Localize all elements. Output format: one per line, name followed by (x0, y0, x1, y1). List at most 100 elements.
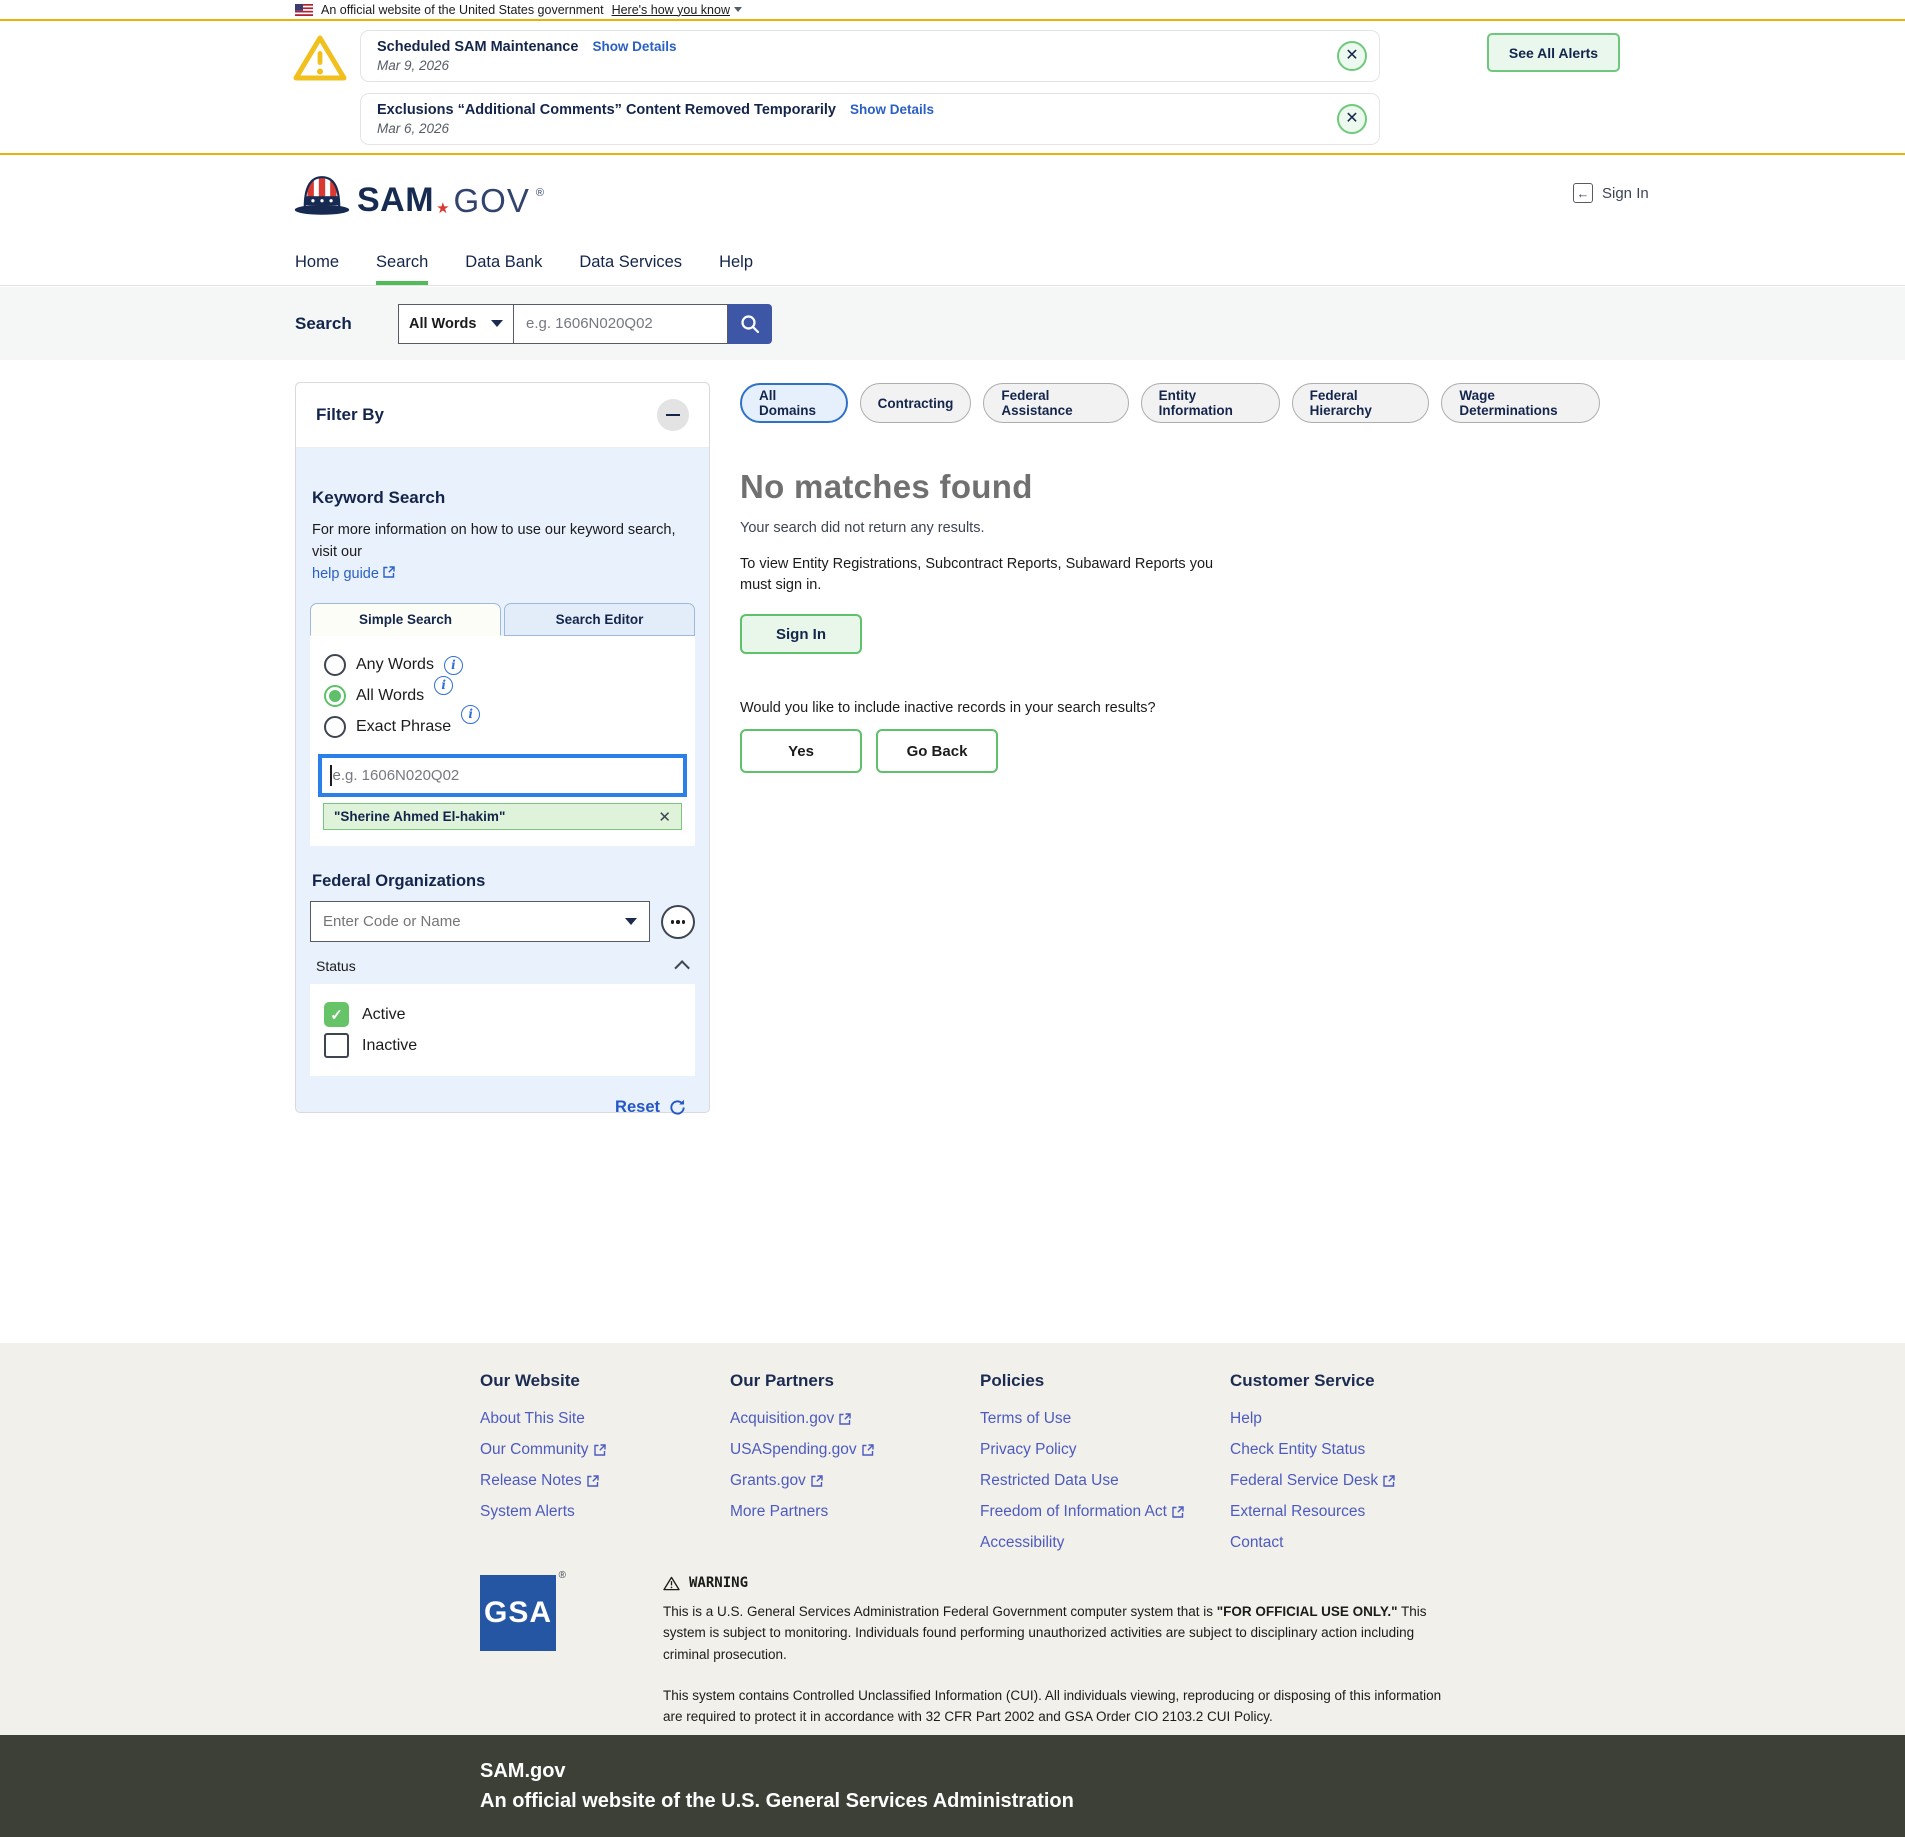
footer-col-policies: Policies Terms of Use Privacy Policy Res… (980, 1371, 1230, 1565)
yes-button[interactable]: Yes (740, 729, 862, 773)
nav-item-search[interactable]: Search (376, 240, 428, 285)
external-link-icon (383, 566, 395, 578)
footer-link-our-community[interactable]: Our Community (480, 1441, 730, 1459)
close-icon[interactable]: ✕ (1337, 104, 1367, 134)
footer-link-system-alerts[interactable]: System Alerts (480, 1503, 730, 1521)
external-link-icon (587, 1475, 599, 1487)
footer-link-privacy-policy[interactable]: Privacy Policy (980, 1441, 1230, 1459)
warning-paragraph-1: This is a U.S. General Services Administ… (663, 1601, 1463, 1665)
radio-selected-icon (324, 685, 346, 707)
external-link-icon (594, 1444, 606, 1456)
footer-col-customer-service: Customer Service Help Check Entity Statu… (1230, 1371, 1480, 1565)
checkbox-active[interactable]: ✓ Active (324, 1002, 681, 1027)
registered-mark: ® (536, 187, 544, 199)
show-details-link[interactable]: Show Details (592, 39, 676, 54)
primary-nav: Home Search Data Bank Data Services Help (0, 240, 1905, 286)
warning-paragraph-2: This system contains Controlled Unclassi… (663, 1685, 1463, 1728)
tab-simple-search[interactable]: Simple Search (310, 603, 501, 636)
nav-item-home[interactable]: Home (295, 240, 339, 285)
alert-date: Mar 9, 2026 (377, 58, 1323, 73)
footer-link-terms-of-use[interactable]: Terms of Use (980, 1410, 1230, 1428)
footer-link-usaspending-gov[interactable]: USASpending.gov (730, 1441, 980, 1459)
org-more-options-button[interactable] (661, 905, 695, 939)
search-submit-button[interactable] (728, 304, 772, 344)
footer-link-acquisition-gov[interactable]: Acquisition.gov (730, 1410, 980, 1428)
nav-item-data-services[interactable]: Data Services (579, 240, 682, 285)
info-icon[interactable]: i (461, 705, 480, 724)
remove-tag-icon[interactable]: ✕ (658, 808, 671, 826)
us-flag-icon (295, 4, 313, 16)
radio-all-words[interactable]: All Words i (324, 685, 689, 707)
footer-heading: Our Website (480, 1371, 730, 1391)
brand-gov-text: GOV (454, 184, 530, 217)
gsa-logo: GSA ® (480, 1575, 556, 1651)
heres-how-you-know-link[interactable]: Here's how you know (612, 3, 742, 17)
search-bar-section: Search All Words (0, 287, 1905, 360)
radio-icon (324, 654, 346, 676)
checkbox-checked-icon: ✓ (324, 1002, 349, 1027)
checkbox-unchecked-icon (324, 1033, 349, 1058)
help-guide-link[interactable]: help guide (312, 566, 395, 582)
info-icon[interactable]: i (434, 676, 453, 695)
filter-by-title: Filter By (316, 405, 384, 425)
footer-brand: SAM.gov (480, 1760, 1905, 1783)
warning-icon (663, 1576, 680, 1591)
warning-heading: WARNING (663, 1575, 1463, 1591)
search-mode-select[interactable]: All Words (398, 304, 514, 344)
footer-link-foia[interactable]: Freedom of Information Act (980, 1503, 1230, 1521)
keyword-input[interactable]: e.g. 1606N020Q02 (318, 754, 687, 797)
nav-item-help[interactable]: Help (719, 240, 753, 285)
inactive-question-buttons: Yes Go Back (740, 729, 1600, 773)
filter-panel-header: Filter By (296, 383, 709, 448)
external-link-icon (862, 1444, 874, 1456)
federal-organizations-heading: Federal Organizations (312, 872, 693, 891)
domain-tab-federal-hierarchy[interactable]: Federal Hierarchy (1292, 383, 1430, 423)
sign-in-link[interactable]: ← Sign In (1573, 183, 1649, 203)
site-footer: Our Website About This Site Our Communit… (0, 1343, 1905, 1735)
domain-tab-federal-assistance[interactable]: Federal Assistance (983, 383, 1128, 423)
warning-triangle-icon (291, 33, 349, 83)
nav-item-data-bank[interactable]: Data Bank (465, 240, 542, 285)
footer-link-grants-gov[interactable]: Grants.gov (730, 1472, 980, 1490)
checkbox-inactive[interactable]: Inactive (324, 1033, 681, 1058)
external-link-icon (1383, 1475, 1395, 1487)
domain-tab-all-domains[interactable]: All Domains (740, 383, 848, 423)
sign-in-button[interactable]: Sign In (740, 614, 862, 654)
sam-gov-logo[interactable]: SAM ★ GOV ® (293, 170, 544, 217)
search-input[interactable] (514, 304, 728, 344)
tab-search-editor[interactable]: Search Editor (504, 603, 695, 636)
gsa-warning-row: GSA ® WARNING This is a U.S. General Ser… (480, 1575, 1463, 1728)
footer-link-federal-service-desk[interactable]: Federal Service Desk (1230, 1472, 1480, 1490)
select-arrow-icon (625, 918, 637, 925)
footer-link-help[interactable]: Help (1230, 1410, 1480, 1428)
radio-any-words[interactable]: Any Words i (324, 654, 689, 676)
footer-link-check-entity-status[interactable]: Check Entity Status (1230, 1441, 1480, 1459)
footer-col-our-website: Our Website About This Site Our Communit… (480, 1371, 730, 1565)
status-section-header[interactable]: Status (316, 958, 689, 974)
footer-link-release-notes[interactable]: Release Notes (480, 1472, 730, 1490)
close-icon[interactable]: ✕ (1337, 41, 1367, 71)
collapse-filters-button[interactable] (657, 399, 689, 431)
domain-tab-contracting[interactable]: Contracting (860, 383, 972, 423)
go-back-button[interactable]: Go Back (876, 729, 998, 773)
simple-search-panel: Any Words i All Words i Exact Phrase i e… (310, 636, 695, 846)
external-link-icon (1172, 1506, 1184, 1518)
footer-link-accessibility[interactable]: Accessibility (980, 1534, 1230, 1552)
show-details-link[interactable]: Show Details (850, 102, 934, 117)
footer-link-external-resources[interactable]: External Resources (1230, 1503, 1480, 1521)
info-icon[interactable]: i (444, 656, 463, 675)
see-all-alerts-button[interactable]: See All Alerts (1487, 33, 1620, 72)
external-link-icon (811, 1475, 823, 1487)
footer-link-contact[interactable]: Contact (1230, 1534, 1480, 1552)
org-code-select[interactable]: Enter Code or Name (310, 901, 650, 942)
footer-link-more-partners[interactable]: More Partners (730, 1503, 980, 1521)
chevron-up-icon (674, 960, 690, 976)
reset-filters[interactable]: Reset (308, 1098, 687, 1117)
footer-link-restricted-data-use[interactable]: Restricted Data Use (980, 1472, 1230, 1490)
footer-link-about-this-site[interactable]: About This Site (480, 1410, 730, 1428)
filter-panel-body: Keyword Search For more information on h… (296, 448, 709, 1117)
domain-tab-entity-information[interactable]: Entity Information (1141, 383, 1280, 423)
search-results-area: All Domains Contracting Federal Assistan… (740, 383, 1600, 773)
domain-tab-wage-determinations[interactable]: Wage Determinations (1441, 383, 1600, 423)
radio-exact-phrase[interactable]: Exact Phrase i (324, 716, 689, 738)
